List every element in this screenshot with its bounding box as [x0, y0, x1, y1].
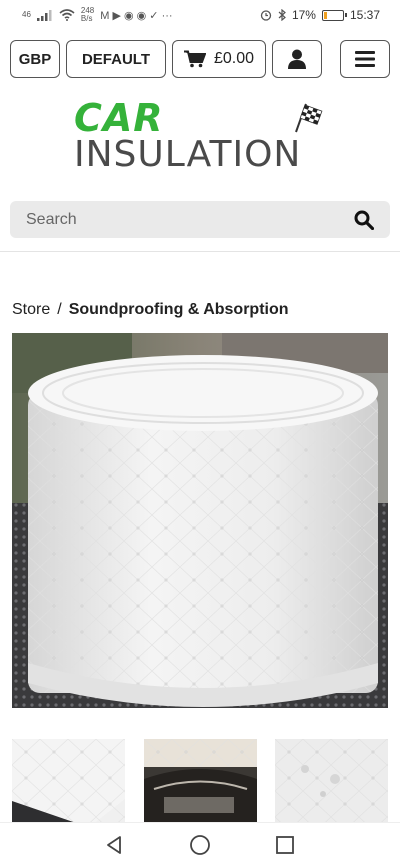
breadcrumb-store-link[interactable]: Store	[12, 301, 50, 319]
search-icon[interactable]	[354, 210, 374, 230]
thumbnail-2[interactable]	[144, 739, 257, 825]
wifi-icon	[59, 9, 75, 21]
thumbnail-1[interactable]	[12, 739, 125, 825]
user-icon	[288, 49, 306, 69]
header-toolbar: GBP DEFAULT £0.00	[10, 40, 390, 78]
language-button[interactable]: DEFAULT	[66, 40, 166, 78]
currency-label: GBP	[18, 50, 52, 68]
site-logo[interactable]: CAR INSULATION	[74, 98, 326, 176]
cart-total: £0.00	[213, 50, 255, 67]
thumbnail-1-photo	[12, 739, 125, 825]
network-indicator: 46	[22, 11, 31, 19]
hamburger-icon	[355, 51, 375, 67]
alarm-icon	[260, 10, 272, 21]
logo-car-text: CAR	[74, 96, 164, 140]
thumbnail-2-photo	[144, 739, 257, 825]
battery-icon	[321, 9, 347, 21]
thumbnail-3[interactable]	[275, 739, 388, 825]
header-divider	[0, 251, 400, 252]
currency-button[interactable]: GBP	[10, 40, 60, 78]
checkered-flag-icon	[295, 103, 323, 133]
logo-insulation-text: INSULATION	[74, 134, 302, 175]
recent-apps-icon[interactable]	[273, 833, 297, 857]
speed-unit: B/s	[80, 14, 93, 23]
status-bar: 46 248 B/s M ▶ ◉ ◉ ✓ ··· 17% 15:37	[0, 0, 400, 30]
system-navigation-bar	[0, 822, 400, 866]
breadcrumb: Store / Soundproofing & Absorption	[12, 301, 289, 319]
battery-fill	[323, 11, 328, 19]
back-icon[interactable]	[102, 833, 126, 857]
status-left: 46 248 B/s M ▶ ◉ ◉ ✓ ···	[22, 7, 173, 23]
product-main-image[interactable]	[12, 333, 388, 708]
home-icon[interactable]	[188, 833, 212, 857]
breadcrumb-separator: /	[57, 301, 62, 318]
search-bar	[10, 201, 390, 238]
clock: 15:37	[349, 8, 380, 22]
data-speed: 248 B/s	[81, 7, 94, 23]
cart-button[interactable]: £0.00	[172, 40, 266, 78]
breadcrumb-category-link[interactable]: Soundproofing & Absorption	[69, 301, 289, 319]
network-type: 46	[22, 10, 31, 19]
status-right: 17% 15:37	[260, 8, 380, 22]
bluetooth-icon	[278, 9, 286, 21]
battery-percent: 17%	[291, 8, 316, 22]
account-button[interactable]	[272, 40, 322, 78]
cart-icon	[183, 50, 206, 68]
insulation-roll-photo	[12, 333, 388, 708]
menu-button[interactable]	[340, 40, 390, 78]
signal-icon	[36, 9, 52, 21]
search-input[interactable]	[26, 210, 354, 229]
notification-icons: M ▶ ◉ ◉ ✓ ···	[100, 9, 173, 22]
product-thumbnails	[12, 739, 388, 825]
thumbnail-3-photo	[275, 739, 388, 825]
language-label: DEFAULT	[81, 50, 151, 68]
